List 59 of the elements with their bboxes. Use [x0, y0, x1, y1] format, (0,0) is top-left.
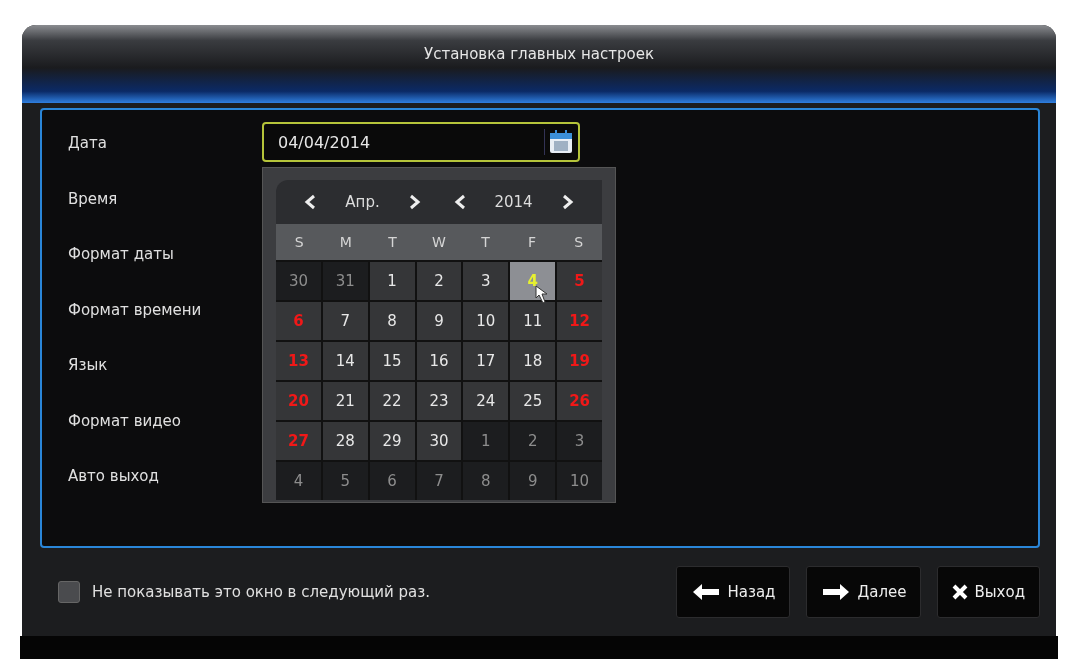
calendar-day[interactable]: 23: [416, 382, 462, 420]
calendar-day[interactable]: 5: [322, 462, 368, 500]
calendar-day[interactable]: 9: [510, 462, 556, 500]
footer-button[interactable]: Далее: [806, 566, 922, 618]
calendar-day[interactable]: 31: [322, 262, 368, 300]
calendar-day[interactable]: 18: [510, 342, 556, 380]
calendar-day[interactable]: 10: [557, 462, 602, 500]
field-label: Формат видео: [68, 410, 182, 430]
calendar-icon[interactable]: [544, 129, 574, 155]
calendar-day[interactable]: 16: [416, 342, 462, 380]
calendar-day[interactable]: 11: [510, 302, 556, 340]
calendar-day[interactable]: 7: [416, 462, 462, 500]
field-label: Авто выход: [68, 466, 160, 485]
calendar-day[interactable]: 22: [369, 382, 415, 420]
calendar-day[interactable]: 28: [322, 422, 368, 460]
calendar-day[interactable]: 6: [369, 462, 415, 500]
field-label: Формат даты: [68, 244, 175, 263]
calendar-day[interactable]: 14: [322, 342, 368, 380]
field-label: Формат времени: [68, 299, 203, 319]
calendar-day[interactable]: 1: [369, 262, 415, 300]
calendar-day[interactable]: 29: [369, 422, 415, 460]
calendar-day[interactable]: 2: [510, 422, 556, 460]
left-arrow-icon: [691, 583, 722, 601]
calendar-day[interactable]: 1: [463, 422, 509, 460]
footer-button[interactable]: Назад: [676, 566, 791, 618]
calendar-day[interactable]: 4: [276, 462, 321, 500]
footer-button[interactable]: Выход: [937, 566, 1040, 618]
calendar-day[interactable]: 2: [416, 262, 462, 300]
field-label: Время: [68, 188, 119, 208]
weekday-header: T: [480, 234, 491, 250]
calendar-day[interactable]: 21: [322, 382, 368, 420]
checkbox-label: Не показывать это окно в следующий раз.: [92, 583, 430, 601]
calendar-day[interactable]: 3: [557, 422, 602, 460]
calendar-day[interactable]: 17: [463, 342, 509, 380]
calendar-day[interactable]: 8: [369, 302, 415, 340]
calendar-day[interactable]: 15: [369, 342, 415, 380]
weekday-header: T: [387, 234, 398, 250]
weekday-header: S: [293, 234, 305, 250]
date-field[interactable]: 04/04/2014: [262, 122, 580, 162]
close-icon: [952, 584, 969, 600]
calendar-day[interactable]: 30: [416, 422, 462, 460]
calendar-day[interactable]: 8: [463, 462, 509, 500]
field-label: Язык: [68, 355, 109, 374]
weekday-header: W: [431, 234, 447, 250]
checkbox[interactable]: [58, 581, 80, 603]
year-label: 2014: [494, 193, 533, 211]
month-label: Апр.: [345, 193, 380, 211]
weekday-header: F: [527, 234, 538, 250]
calendar-day[interactable]: 30: [276, 262, 321, 300]
calendar-day[interactable]: 24: [463, 382, 509, 420]
window-title: Установка главных настроек: [424, 45, 654, 65]
calendar-day[interactable]: 10: [463, 302, 509, 340]
weekday-header: S: [573, 234, 585, 250]
calendar-day[interactable]: 7: [322, 302, 368, 340]
weekday-header: M: [338, 234, 353, 250]
calendar-day[interactable]: 25: [510, 382, 556, 420]
field-label: Дата: [68, 133, 108, 152]
calendar-day[interactable]: 9: [416, 302, 462, 340]
calendar-day[interactable]: 3: [463, 262, 509, 300]
